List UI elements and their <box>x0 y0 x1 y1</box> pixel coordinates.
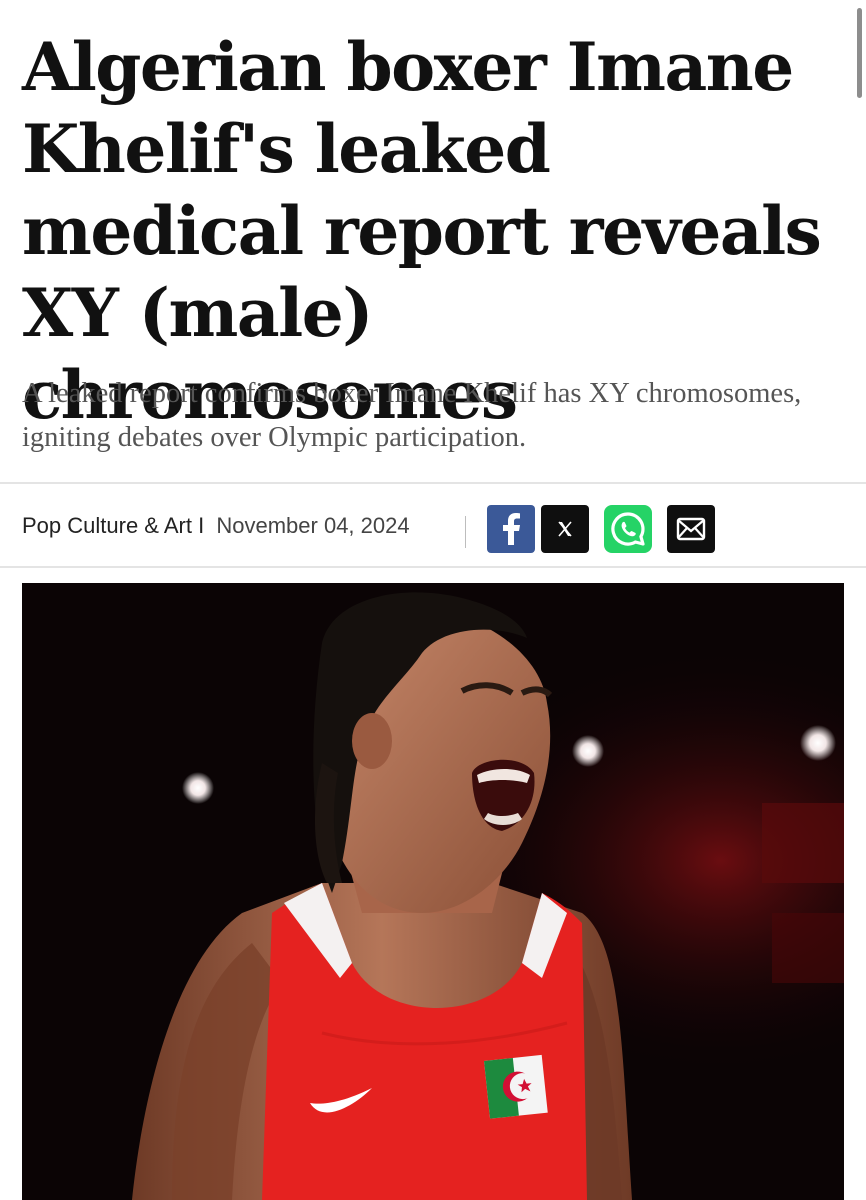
whatsapp-icon <box>611 512 645 546</box>
share-email-button[interactable] <box>667 505 715 553</box>
article-meta: Pop Culture & Art I November 04, 2024 <box>22 513 410 539</box>
publish-date: November 04, 2024 <box>216 513 410 538</box>
share-facebook-button[interactable] <box>487 505 535 553</box>
meta-divider <box>465 516 466 548</box>
share-whatsapp-button[interactable] <box>604 505 652 553</box>
email-icon <box>676 517 706 541</box>
article-subtitle: A leaked report confirms boxer Imane Khe… <box>22 378 802 453</box>
divider-bottom <box>0 566 866 568</box>
category-link[interactable]: Pop Culture & Art <box>22 513 192 538</box>
share-x-button[interactable] <box>541 505 589 553</box>
article-photo <box>22 583 844 1200</box>
category-separator: I <box>198 513 205 538</box>
divider-top <box>0 482 866 484</box>
facebook-icon <box>503 513 520 545</box>
scrollbar[interactable] <box>857 8 862 98</box>
x-icon <box>558 521 572 537</box>
